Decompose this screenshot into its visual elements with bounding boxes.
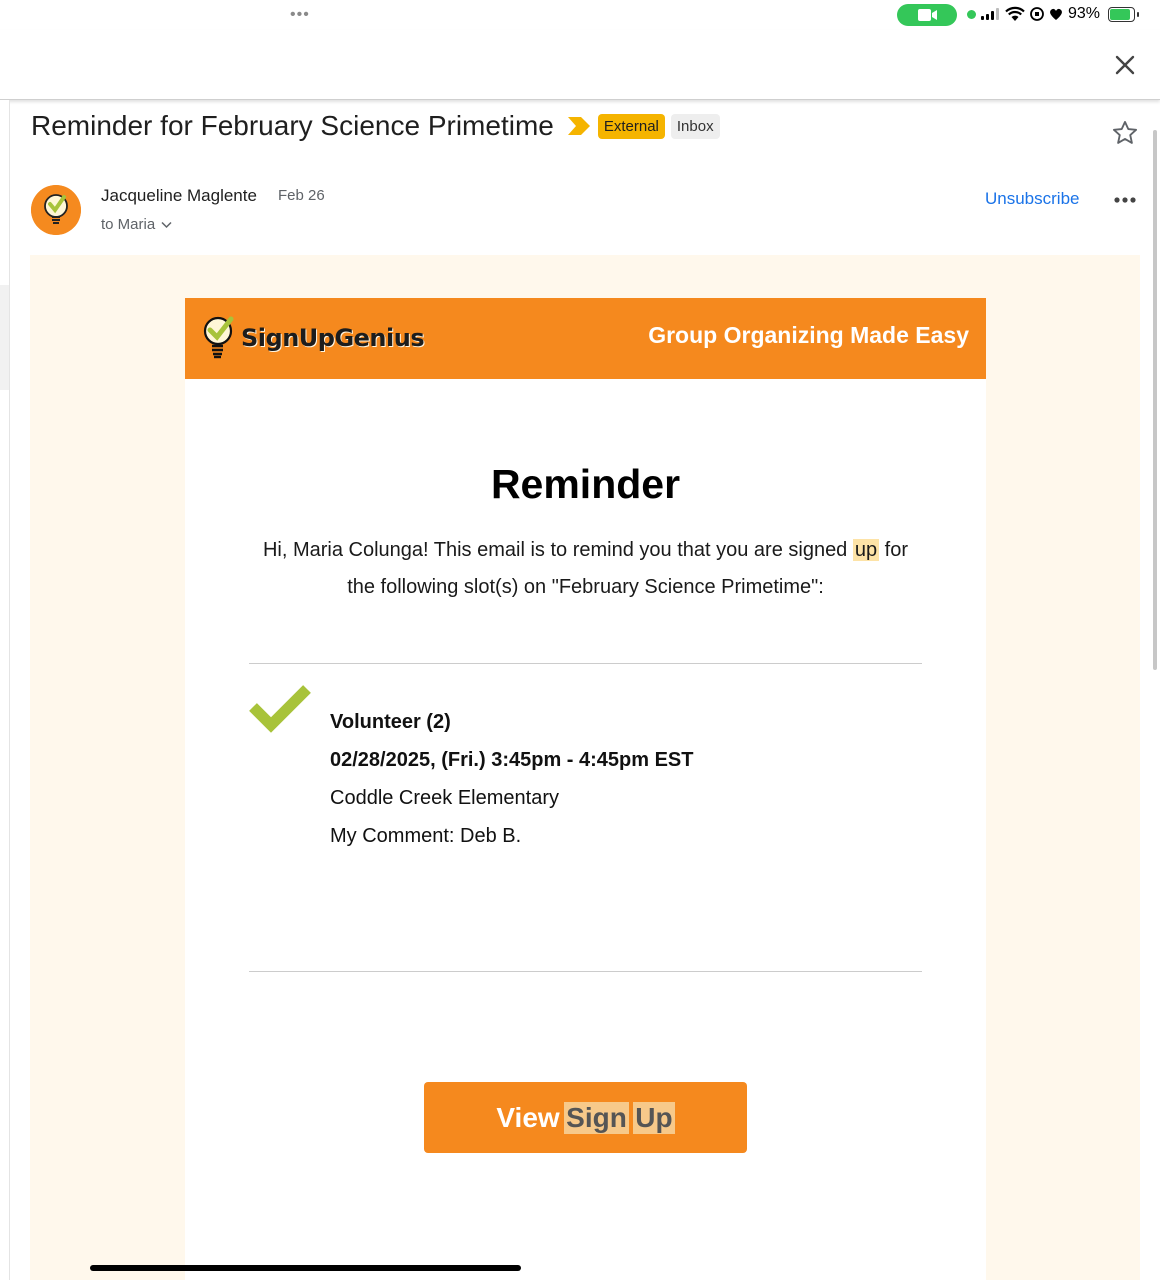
slot-title: Volunteer (2): [330, 711, 451, 733]
brand-tagline: Group Organizing Made Easy: [648, 322, 969, 348]
importance-marker-icon[interactable]: [567, 117, 590, 135]
slot-datetime: 02/28/2025, (Fri.) 3:45pm - 4:45pm EST: [330, 749, 694, 771]
cellular-signal-icon: [981, 8, 999, 20]
orientation-lock-icon: [1030, 7, 1044, 21]
recipient-details[interactable]: to Maria: [101, 216, 172, 233]
battery-percent: 93%: [1068, 5, 1101, 22]
battery-fill: [1110, 9, 1131, 20]
sender-name[interactable]: Jacqueline Maglente: [101, 186, 257, 206]
email-subject: Reminder for February Science Primetime: [31, 110, 554, 141]
divider-bottom: [249, 971, 922, 972]
email-card: SignUpGenius Group Organizing Made Easy …: [185, 298, 986, 1280]
chevron-down-icon: [161, 221, 172, 228]
checkmark-icon: [249, 685, 311, 733]
wifi-icon: [1005, 6, 1025, 21]
facetime-indicator[interactable]: [897, 4, 957, 26]
button-word-up: Up: [633, 1101, 675, 1134]
battery-icon: [1108, 7, 1139, 22]
signupgenius-logo[interactable]: SignUpGenius: [201, 313, 425, 363]
brand-name: SignUpGenius: [241, 324, 425, 352]
reminder-intro: Hi, Maria Colunga! This email is to remi…: [249, 532, 922, 606]
signupgenius-banner: SignUpGenius Group Organizing Made Easy: [185, 298, 986, 379]
heart-icon: [1050, 8, 1062, 20]
label-inbox[interactable]: Inbox: [670, 113, 720, 139]
multitasking-dots[interactable]: •••: [290, 6, 310, 24]
divider-top: [249, 663, 922, 664]
scrollbar[interactable]: [1153, 130, 1157, 670]
close-icon[interactable]: [1112, 52, 1138, 78]
button-word-sign: Sign: [564, 1101, 629, 1134]
status-bar: ••• 93%: [0, 0, 1160, 30]
camera-in-use-dot: [967, 10, 976, 19]
home-indicator[interactable]: [90, 1265, 521, 1271]
sent-date: Feb 26: [278, 187, 325, 204]
sender-avatar[interactable]: [31, 185, 81, 235]
view-signup-button[interactable]: View Sign Up: [424, 1082, 747, 1153]
screen: ••• 93% Reminder for February Science Pr…: [0, 0, 1160, 1280]
search-highlight: up: [852, 539, 880, 561]
top-bar: [0, 30, 1160, 100]
lightbulb-icon: [203, 316, 234, 359]
label-external[interactable]: External: [597, 113, 665, 139]
lightbulb-logo-icon: [31, 185, 81, 235]
intro-text-start: Hi, Maria Colunga! This email is to remi…: [262, 539, 853, 561]
slot-location: Coddle Creek Elementary: [330, 787, 559, 809]
slot-comment: My Comment: Deb B.: [330, 825, 522, 847]
left-panel-edge: [0, 100, 10, 1280]
more-horizontal-icon[interactable]: [1113, 192, 1137, 208]
subject-row: Reminder for February Science Primetime …: [31, 108, 726, 144]
recipient-label: to Maria: [101, 216, 156, 233]
unsubscribe-link[interactable]: Unsubscribe: [985, 189, 1080, 209]
video-camera-icon: [918, 9, 937, 21]
button-word-view: View: [496, 1101, 560, 1133]
reminder-heading: Reminder: [490, 461, 681, 507]
star-icon[interactable]: [1111, 119, 1139, 147]
slot-details: Volunteer (2) 02/28/2025, (Fri.) 3:45pm …: [330, 703, 694, 855]
